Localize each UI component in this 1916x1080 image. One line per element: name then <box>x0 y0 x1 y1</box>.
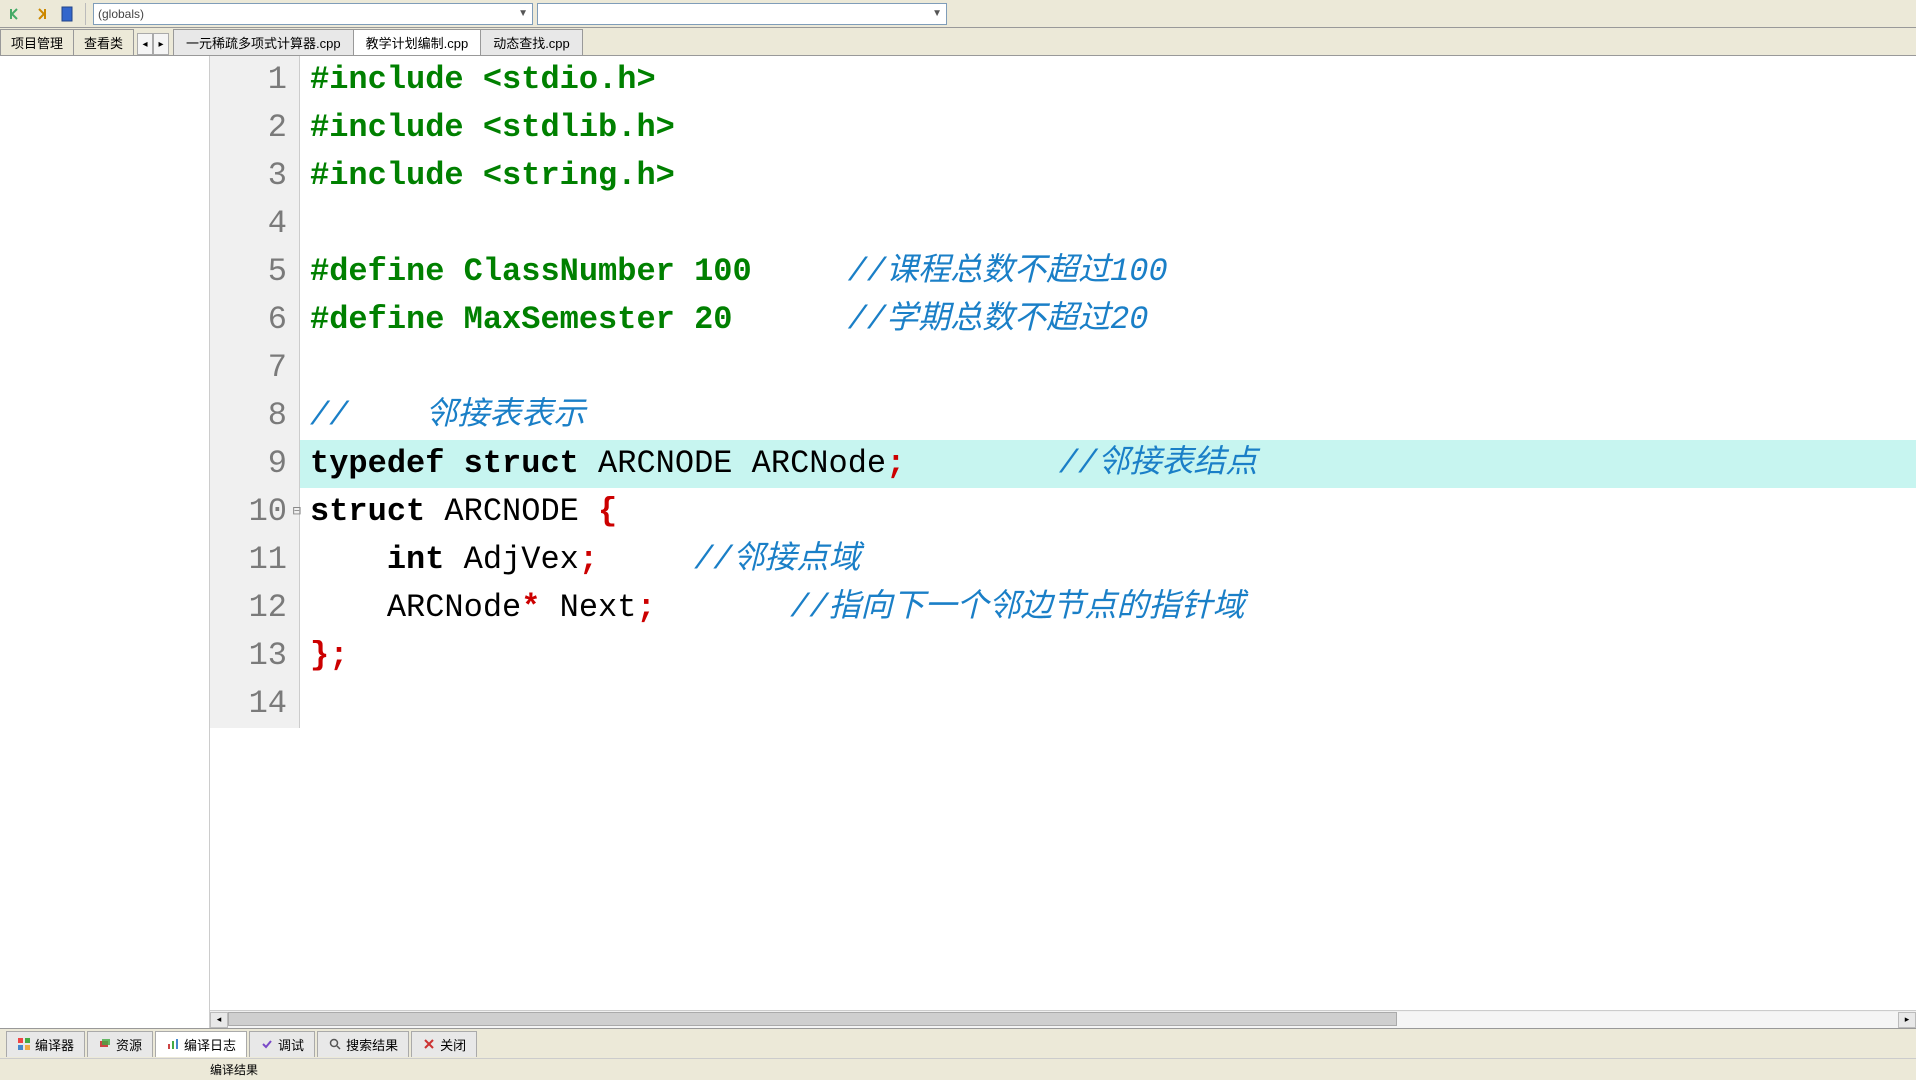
code-editor[interactable]: 1#include <stdio.h>2#include <stdlib.h>3… <box>210 56 1916 1028</box>
bottom-tab-strip: 编译器 资源 编译日志 调试 搜索结果 关闭 <box>0 1028 1916 1058</box>
back-icon[interactable] <box>4 3 26 25</box>
file-tab-label: 一元稀疏多项式计算器.cpp <box>186 33 341 52</box>
code-line[interactable]: 3#include <string.h> <box>210 152 1916 200</box>
tab-strip: 项目管理 查看类 ◂ ▸ 一元稀疏多项式计算器.cpp 教学计划编制.cpp 动态查… <box>0 28 1916 56</box>
search-icon <box>328 1037 342 1051</box>
horizontal-scrollbar[interactable]: ◂ ▸ <box>210 1010 1916 1028</box>
btab-label: 调试 <box>278 1035 304 1054</box>
layers-icon <box>98 1037 112 1051</box>
code-text[interactable]: #include <stdio.h> <box>300 56 1916 104</box>
scroll-thumb[interactable] <box>228 1012 1397 1026</box>
code-text[interactable] <box>300 680 1916 728</box>
globals-combo[interactable]: (globals) ▼ <box>93 3 533 25</box>
code-line[interactable]: 4 <box>210 200 1916 248</box>
btab-label: 搜索结果 <box>346 1035 398 1054</box>
file-tab-label: 教学计划编制.cpp <box>366 33 469 52</box>
btab-label: 资源 <box>116 1035 142 1054</box>
line-number: 2 <box>210 104 300 152</box>
line-number: 5 <box>210 248 300 296</box>
bookmark-icon[interactable] <box>56 3 78 25</box>
line-number: 1 <box>210 56 300 104</box>
line-number: 10⊟ <box>210 488 300 536</box>
code-line[interactable]: 8// 邻接表表示 <box>210 392 1916 440</box>
check-icon <box>260 1037 274 1051</box>
tab-project-manager[interactable]: 项目管理 <box>0 29 74 55</box>
line-number: 6 <box>210 296 300 344</box>
close-icon <box>422 1037 436 1051</box>
btab-debug[interactable]: 调试 <box>249 1031 315 1057</box>
code-line[interactable]: 11 int AdjVex; //邻接点域 <box>210 536 1916 584</box>
code-text[interactable]: typedef struct ARCNODE ARCNode; //邻接表结点 <box>300 440 1916 488</box>
code-line[interactable]: 14 <box>210 680 1916 728</box>
chevron-down-icon: ▼ <box>932 8 942 19</box>
code-line[interactable]: 2#include <stdlib.h> <box>210 104 1916 152</box>
btab-compiler[interactable]: 编译器 <box>6 1031 85 1057</box>
tab-label: 查看类 <box>84 33 123 52</box>
file-tab[interactable]: 一元稀疏多项式计算器.cpp <box>173 29 354 55</box>
line-number: 9 <box>210 440 300 488</box>
toolbar-separator <box>85 3 86 25</box>
file-tab[interactable]: 动态查找.cpp <box>480 29 583 55</box>
code-line[interactable]: 5#define ClassNumber 100 //课程总数不超过100 <box>210 248 1916 296</box>
scroll-track[interactable] <box>228 1012 1898 1028</box>
code-text[interactable]: ARCNode* Next; //指向下一个邻边节点的指针域 <box>300 584 1916 632</box>
tab-class-view[interactable]: 查看类 <box>73 29 134 55</box>
fold-toggle-icon[interactable]: ⊟ <box>293 488 301 536</box>
tab-prev-button[interactable]: ◂ <box>137 33 153 55</box>
btab-close[interactable]: 关闭 <box>411 1031 477 1057</box>
btab-label: 编译器 <box>35 1035 74 1054</box>
chevron-down-icon: ▼ <box>518 8 528 19</box>
status-text: 编译结果 <box>210 1061 258 1078</box>
code-text[interactable]: #include <string.h> <box>300 152 1916 200</box>
code-line[interactable]: 12 ARCNode* Next; //指向下一个邻边节点的指针域 <box>210 584 1916 632</box>
top-toolbar: (globals) ▼ ▼ <box>0 0 1916 28</box>
globals-combo-text: (globals) <box>98 7 144 21</box>
btab-compile-log[interactable]: 编译日志 <box>155 1031 247 1057</box>
status-bar: 编译结果 <box>0 1058 1916 1080</box>
code-line[interactable]: 6#define MaxSemester 20 //学期总数不超过20 <box>210 296 1916 344</box>
file-tab[interactable]: 教学计划编制.cpp <box>353 29 482 55</box>
grid-icon <box>17 1037 31 1051</box>
code-text[interactable] <box>300 344 1916 392</box>
project-panel <box>0 56 210 1028</box>
tab-next-button[interactable]: ▸ <box>153 33 169 55</box>
line-number: 11 <box>210 536 300 584</box>
code-text[interactable]: #define ClassNumber 100 //课程总数不超过100 <box>300 248 1916 296</box>
forward-icon[interactable] <box>30 3 52 25</box>
code-area[interactable]: 1#include <stdio.h>2#include <stdlib.h>3… <box>210 56 1916 1010</box>
chart-icon <box>166 1037 180 1051</box>
code-text[interactable] <box>300 200 1916 248</box>
line-number: 12 <box>210 584 300 632</box>
tab-label: 项目管理 <box>11 33 63 52</box>
code-text[interactable]: // 邻接表表示 <box>300 392 1916 440</box>
code-line[interactable]: 10⊟struct ARCNODE { <box>210 488 1916 536</box>
code-text[interactable]: }; <box>300 632 1916 680</box>
code-line[interactable]: 13}; <box>210 632 1916 680</box>
line-number: 13 <box>210 632 300 680</box>
btab-resources[interactable]: 资源 <box>87 1031 153 1057</box>
file-tabs-container: 一元稀疏多项式计算器.cpp 教学计划编制.cpp 动态查找.cpp <box>173 29 582 55</box>
code-text[interactable]: struct ARCNODE { <box>300 488 1916 536</box>
btab-label: 编译日志 <box>184 1035 236 1054</box>
code-text[interactable]: #define MaxSemester 20 //学期总数不超过20 <box>300 296 1916 344</box>
code-line[interactable]: 9typedef struct ARCNODE ARCNode; //邻接表结点 <box>210 440 1916 488</box>
btab-search-results[interactable]: 搜索结果 <box>317 1031 409 1057</box>
code-line[interactable]: 7 <box>210 344 1916 392</box>
symbols-combo[interactable]: ▼ <box>537 3 947 25</box>
scroll-left-button[interactable]: ◂ <box>210 1012 228 1028</box>
code-text[interactable]: int AdjVex; //邻接点域 <box>300 536 1916 584</box>
line-number: 8 <box>210 392 300 440</box>
scroll-right-button[interactable]: ▸ <box>1898 1012 1916 1028</box>
line-number: 4 <box>210 200 300 248</box>
line-number: 3 <box>210 152 300 200</box>
line-number: 14 <box>210 680 300 728</box>
btab-label: 关闭 <box>440 1035 466 1054</box>
line-number: 7 <box>210 344 300 392</box>
file-tab-label: 动态查找.cpp <box>493 33 570 52</box>
code-text[interactable]: #include <stdlib.h> <box>300 104 1916 152</box>
code-line[interactable]: 1#include <stdio.h> <box>210 56 1916 104</box>
